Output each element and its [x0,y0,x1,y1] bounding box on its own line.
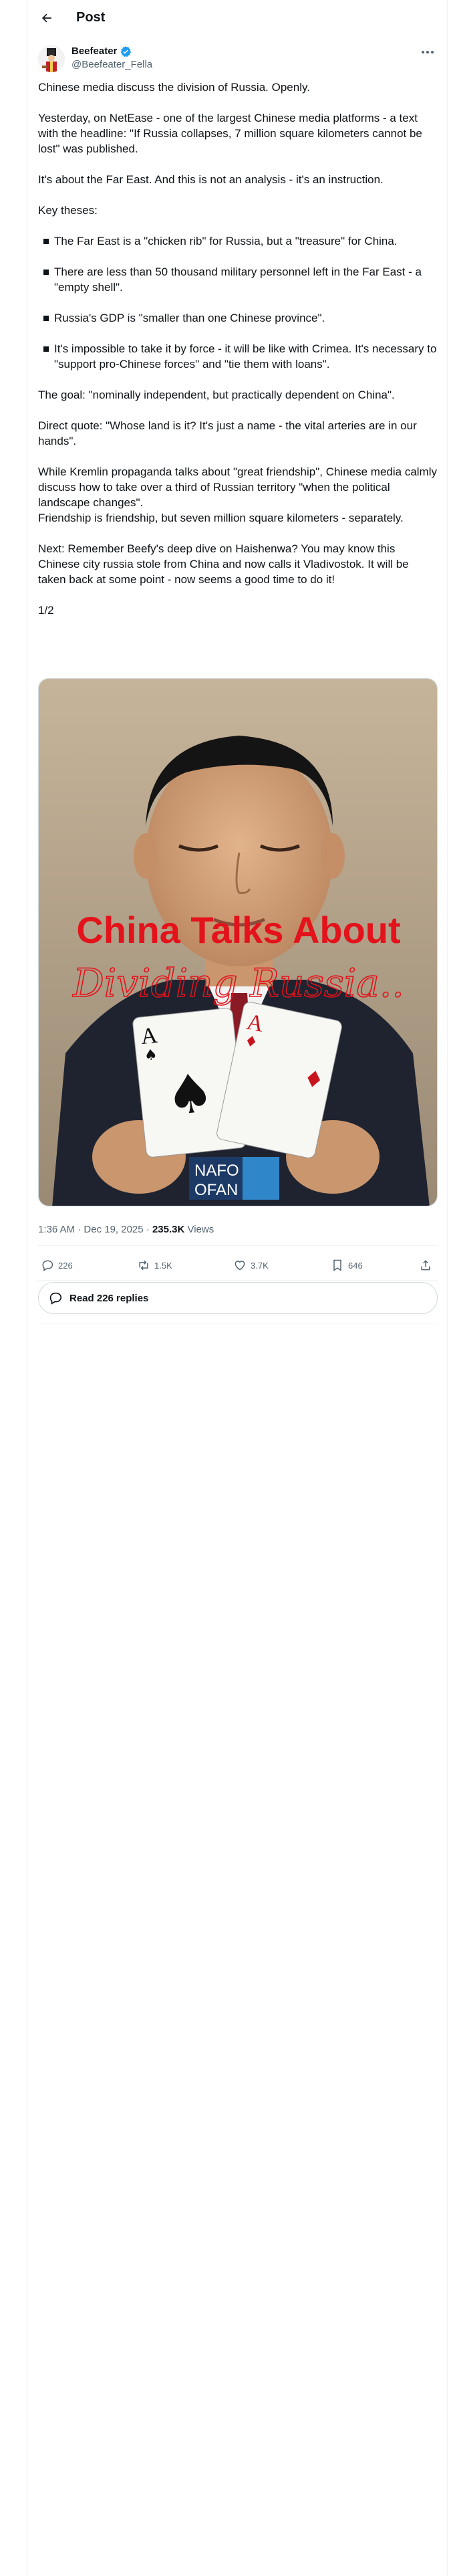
bookmark-icon [333,1259,341,1271]
bullet-item: Russia's GDP is "smaller than one Chines… [38,310,439,326]
name-row: Beefeater [71,45,132,58]
tweet-paragraph: It's about the Far East. And this is not… [38,173,384,186]
action-bar: 226 1.5K 3.7K 646 [38,1251,438,1280]
like-count: 3.7K [251,1260,269,1271]
bullet-item: It's impossible to take it by force - it… [38,341,439,372]
read-replies-label: Read 226 replies [69,1292,149,1304]
image-subheadline: Dividing Russia.. [72,960,404,1006]
tweet-paragraph: Next: Remember Beefy's deep dive on Hais… [38,542,409,586]
bullet-item: There are less than 50 thousand military… [38,264,439,295]
tweet-paragraph: Direct quote: "Whose land is it? It's ju… [38,419,417,447]
repost-count: 1.5K [154,1260,172,1271]
more-options-button[interactable] [418,44,438,60]
display-name[interactable]: Beefeater [71,45,117,58]
tweet-image[interactable]: A ♠ ♠ A ♦ ♦ NAFO OFAN China Talks About … [38,678,438,1206]
repost-icon [139,1260,148,1271]
reply-icon [49,1292,62,1305]
tweet-paragraph: Yesterday, on NetEase - one of the large… [38,112,422,155]
divider [38,1280,438,1281]
views-count: 235.3K [152,1224,185,1235]
share-button[interactable] [419,1251,432,1280]
tweet-author: Beefeater @Beefeater_Fella [38,44,438,72]
heart-icon [235,1261,245,1271]
dot-icon [422,51,424,53]
views-label: Views [184,1224,214,1235]
date[interactable]: Dec 19, 2025 [84,1224,143,1235]
image-headline: China Talks About [76,909,400,951]
back-button[interactable] [38,9,55,27]
badge-line-2: OFAN [194,1181,238,1199]
tweet-text: Chinese media discuss the division of Ru… [38,80,439,618]
meme-image: A ♠ ♠ A ♦ ♦ NAFO OFAN China Talks About … [39,679,437,1206]
dot-icon [426,51,429,53]
main-column: Post Beefeater @Beefeater_Fella Chinese … [27,0,448,2576]
tweet-paragraph: Chinese media discuss the division of Ru… [38,81,310,94]
repost-button[interactable]: 1.5K [137,1251,172,1280]
svg-text:♠: ♠ [163,1061,217,1128]
dot-icon [431,51,434,53]
reply-icon [42,1260,53,1271]
tweet-paragraph: While Kremlin propaganda talks about "gr… [38,465,437,509]
page-title: Post [76,10,106,25]
bullet-item: The Far East is a "chicken rib" for Russ… [38,233,439,249]
avatar-image [38,45,65,72]
tweet-paragraph: Key theses: [38,204,98,217]
bookmark-button[interactable]: 646 [331,1251,363,1280]
arrow-left-icon [42,13,51,23]
svg-text:A: A [140,1023,159,1049]
tweet-paragraph: 1/2 [38,604,54,617]
reply-count: 226 [58,1260,73,1271]
reply-button[interactable]: 226 [41,1251,73,1280]
read-replies-button[interactable]: Read 226 replies [38,1282,438,1314]
bookmark-count: 646 [348,1260,363,1271]
share-icon [421,1260,430,1271]
badge-line-1: NAFO [194,1162,239,1180]
top-bar: Post [27,0,448,35]
tweet-paragraph: Friendship is friendship, but seven mill… [38,512,404,524]
svg-text:♠: ♠ [144,1047,158,1065]
verified-badge-icon [121,46,132,58]
time[interactable]: 1:36 AM [38,1224,75,1235]
tweet-paragraph: The goal: "nominally independent, but pr… [38,389,395,401]
divider [38,1245,438,1246]
avatar[interactable] [38,45,65,72]
handle[interactable]: @Beefeater_Fella [71,59,152,71]
tweet-timestamp: 1:36 AM · Dec 19, 2025 · 235.3K Views [38,1224,214,1235]
like-button[interactable]: 3.7K [233,1251,269,1280]
